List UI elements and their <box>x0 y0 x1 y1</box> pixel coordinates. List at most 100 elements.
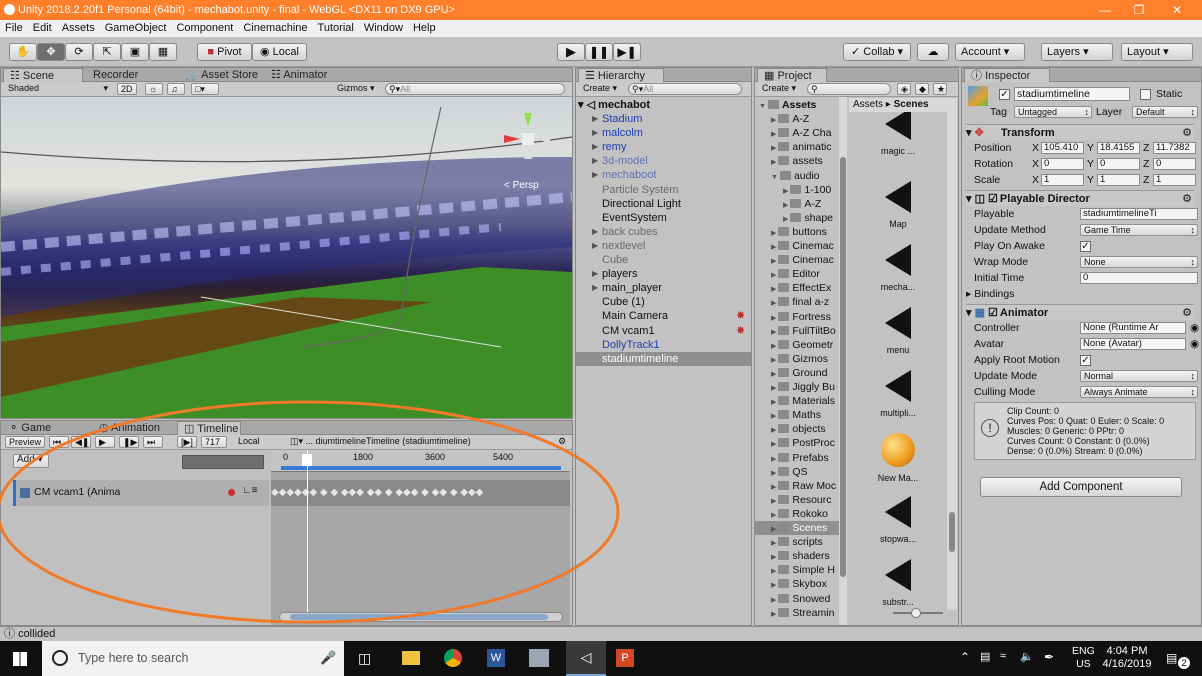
object-picker-icon[interactable]: ◉ <box>1190 336 1199 352</box>
grid-scrollbar[interactable] <box>947 112 957 610</box>
project-folder[interactable]: ▶ shaders <box>755 549 839 563</box>
position-y[interactable]: 18.4155 <box>1097 142 1140 154</box>
component-menu-icon[interactable]: ⚙ <box>1182 305 1192 321</box>
expand-arrow-icon[interactable]: ▶ <box>592 154 598 168</box>
hierarchy-item[interactable]: Cube <box>576 253 751 267</box>
close-button[interactable]: ✕ <box>1160 0 1194 20</box>
project-folder[interactable]: ▶ Maths <box>755 408 839 422</box>
curves-icon[interactable]: ∟≡ <box>242 485 258 496</box>
project-folder[interactable]: ▶ Raw Moc <box>755 479 839 493</box>
favorite-icon[interactable]: ★ <box>933 83 947 95</box>
notification-icon[interactable]: ▤ <box>1166 651 1177 665</box>
scene-viewport[interactable]: < Persp <box>1 97 572 418</box>
project-asset[interactable]: substr... <box>849 549 947 609</box>
expand-arrow-icon[interactable]: ▶ <box>771 230 776 237</box>
expand-arrow-icon[interactable]: ▶ <box>771 456 776 463</box>
scene-search-input[interactable]: ⚲▾All <box>385 83 565 95</box>
gizmos-dropdown[interactable]: Gizmos ▾ <box>334 83 378 95</box>
transform-header[interactable]: ▾ ✥ Transform ⚙ <box>966 124 1194 140</box>
timeline-settings-icon[interactable]: ⚙ <box>555 436 569 448</box>
controller-field[interactable]: None (Runtime Ar <box>1080 322 1186 334</box>
project-asset[interactable]: Map <box>849 171 947 231</box>
playhead[interactable] <box>307 450 308 612</box>
maximize-button[interactable]: ❐ <box>1122 0 1156 20</box>
filter-type-icon[interactable]: ◈ <box>897 83 911 95</box>
rotation-z[interactable]: 0 <box>1153 158 1196 170</box>
breadcrumb-root[interactable]: Assets <box>853 99 883 110</box>
expand-arrow-icon[interactable]: ▶ <box>771 343 776 350</box>
playable-field[interactable]: stadiumtimelineTi <box>1080 208 1198 220</box>
hierarchy-item[interactable]: ▶ main_player <box>576 281 751 295</box>
project-folder[interactable]: ▶ A-Z Cha <box>755 126 839 140</box>
effects-dropdown[interactable]: □▾ <box>191 83 219 95</box>
expand-arrow-icon[interactable]: ▶ <box>783 202 788 209</box>
expand-arrow-icon[interactable]: ▶ <box>592 267 598 281</box>
add-track-button[interactable]: Add ▾ <box>13 454 49 468</box>
initial-time-field[interactable]: 0 <box>1080 272 1198 284</box>
hierarchy-item[interactable]: CM vcam1 ✸ <box>576 324 751 338</box>
project-folder[interactable]: ▶ assets <box>755 154 839 168</box>
frame-field[interactable]: 717 <box>201 436 227 448</box>
collab-dropdown[interactable]: ✓ Collab ▾ <box>843 43 911 61</box>
tab-recorder[interactable]: Recorder <box>87 68 173 82</box>
expand-arrow-icon[interactable]: ▶ <box>771 498 776 505</box>
expand-arrow-icon[interactable]: ▶ <box>771 329 776 336</box>
hierarchy-item[interactable]: ▶ back cubes <box>576 225 751 239</box>
project-folder[interactable]: ▶ A-Z <box>755 197 839 211</box>
project-folder[interactable]: ▶ Geometr <box>755 338 839 352</box>
expand-arrow-icon[interactable]: ▶ <box>771 597 776 604</box>
active-checkbox[interactable]: ✓ <box>999 89 1010 100</box>
expand-arrow-icon[interactable]: ▶ <box>592 112 598 126</box>
expand-arrow-icon[interactable]: ▶ <box>771 441 776 448</box>
volume-icon[interactable]: 🔈 <box>1020 650 1034 663</box>
component-menu-icon[interactable]: ⚙ <box>1182 191 1192 207</box>
timeline-asset-selector[interactable]: ◫▾ ... diumtimelineTimeline (stadiumtime… <box>287 436 533 448</box>
cloud-button[interactable]: ☁ <box>917 43 949 61</box>
expand-arrow-icon[interactable]: ▶ <box>771 286 776 293</box>
hierarchy-item[interactable]: Cube (1) <box>576 295 751 309</box>
timeline-local-toggle[interactable]: Local <box>235 436 265 448</box>
hierarchy-item[interactable]: ▶ malcolm <box>576 126 751 140</box>
scale-z[interactable]: 1 <box>1153 174 1196 186</box>
playhead-handle[interactable] <box>302 454 312 466</box>
clock[interactable]: 4:04 PM 4/16/2019 <box>1102 645 1152 671</box>
component-menu-icon[interactable]: ⚙ <box>1182 125 1192 141</box>
playable-director-header[interactable]: ▾ ◫ ☑ Playable Director ⚙ <box>966 190 1194 206</box>
rect-tool-button[interactable]: ▣ <box>121 43 149 61</box>
expand-arrow-icon[interactable]: ▶ <box>592 281 598 295</box>
project-asset[interactable]: New Ma... <box>849 423 947 483</box>
expand-arrow-icon[interactable]: ▶ <box>771 159 776 166</box>
system-tray-chevron-icon[interactable]: ⌃ <box>960 650 970 664</box>
tab-asset-store[interactable]: 🛒 Asset Store <box>179 68 265 82</box>
project-folder[interactable]: ▶ Cinemac <box>755 253 839 267</box>
layers-dropdown[interactable]: Layers ▾ <box>1041 43 1113 61</box>
powerpoint-icon[interactable]: P <box>616 649 634 667</box>
culling-mode-dropdown[interactable]: Always Animate ↕ <box>1080 386 1198 398</box>
scale-y[interactable]: 1 <box>1097 174 1140 186</box>
wifi-icon[interactable]: ≈ <box>1000 650 1006 662</box>
menu-gameobject[interactable]: GameObject <box>100 22 172 34</box>
step-button[interactable]: ▶❚ <box>613 43 641 61</box>
perspective-label[interactable]: < Persp <box>504 180 539 191</box>
play-button[interactable]: ▶ <box>557 43 585 61</box>
unity-taskbar-icon[interactable]: ◁ <box>566 641 606 676</box>
breadcrumb-leaf[interactable]: Scenes <box>894 99 929 110</box>
taskbar-search-box[interactable]: Type here to search 🎤 <box>42 641 344 676</box>
static-checkbox[interactable] <box>1140 89 1151 100</box>
expand-arrow-icon[interactable]: ▶ <box>783 188 788 195</box>
photos-icon[interactable] <box>529 649 549 667</box>
expand-arrow-icon[interactable]: ▼ <box>771 174 778 181</box>
timeline-hscrollbar[interactable] <box>279 612 563 622</box>
apply-root-motion-checkbox[interactable]: ✓ <box>1080 355 1091 366</box>
expand-arrow-icon[interactable]: ▶ <box>771 540 776 547</box>
menu-file[interactable]: File <box>0 22 28 34</box>
update-method-dropdown[interactable]: Game Time ↕ <box>1080 224 1198 236</box>
goto-end-button[interactable]: ⏭ <box>143 436 163 448</box>
project-asset[interactable]: menu <box>849 297 947 357</box>
hierarchy-item[interactable]: ▶ remy <box>576 140 751 154</box>
transform-tool-button[interactable]: ▦ <box>149 43 177 61</box>
timeline-track-area[interactable]: 0 1800 3600 5400 ◆◆◆◆◆◆ ◆ ◆ ◆◆◆ ◆◆ ◆ ◆◆◆… <box>271 450 570 625</box>
project-folder[interactable]: ▶ QS <box>755 465 839 479</box>
hierarchy-search-input[interactable]: ⚲▾All <box>628 83 742 95</box>
expand-arrow-icon[interactable]: ▶ <box>771 300 776 307</box>
